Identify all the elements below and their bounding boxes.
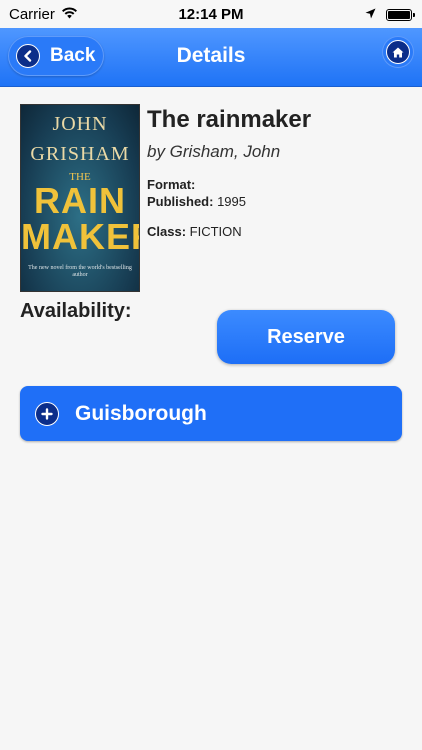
book-cover: JOHN GRISHAM THE RAIN MAKER The new nove…	[20, 104, 140, 292]
battery-fill	[388, 10, 410, 19]
cover-author-first: JOHN	[52, 113, 108, 135]
home-button[interactable]	[382, 36, 414, 68]
published-value: 1995	[217, 194, 246, 209]
book-author: by Grisham, John	[147, 142, 281, 161]
cover-title-line1: RAIN	[34, 180, 126, 221]
page-title: Details	[176, 44, 246, 67]
branch-name: Guisborough	[75, 401, 207, 425]
format-row: Format:	[147, 177, 195, 192]
cover-author-last: GRISHAM	[30, 143, 130, 165]
reserve-button[interactable]: Reserve	[217, 310, 395, 364]
cover-title-line2: MAKER	[21, 216, 139, 257]
class-row: Class: FICTION	[147, 224, 242, 239]
home-icon	[386, 40, 410, 64]
cover-blurb: The new novel from the world's bestselli…	[28, 265, 132, 278]
status-right	[365, 6, 415, 23]
class-label: Class:	[147, 224, 187, 239]
availability-heading: Availability:	[20, 300, 132, 322]
location-arrow-icon	[365, 6, 376, 23]
format-label: Format:	[147, 177, 196, 192]
plus-icon	[35, 401, 59, 426]
branch-row-guisborough[interactable]: Guisborough	[20, 386, 402, 441]
nav-bar: Back Details	[0, 28, 422, 87]
status-bar: Carrier 12:14 PM	[0, 0, 422, 28]
status-time: 12:14 PM	[178, 6, 244, 23]
published-label: Published:	[147, 194, 214, 209]
book-title: The rainmaker	[147, 106, 312, 133]
published-row: Published: 1995	[147, 194, 246, 209]
battery-icon	[386, 8, 415, 21]
class-value: FICTION	[189, 224, 242, 239]
